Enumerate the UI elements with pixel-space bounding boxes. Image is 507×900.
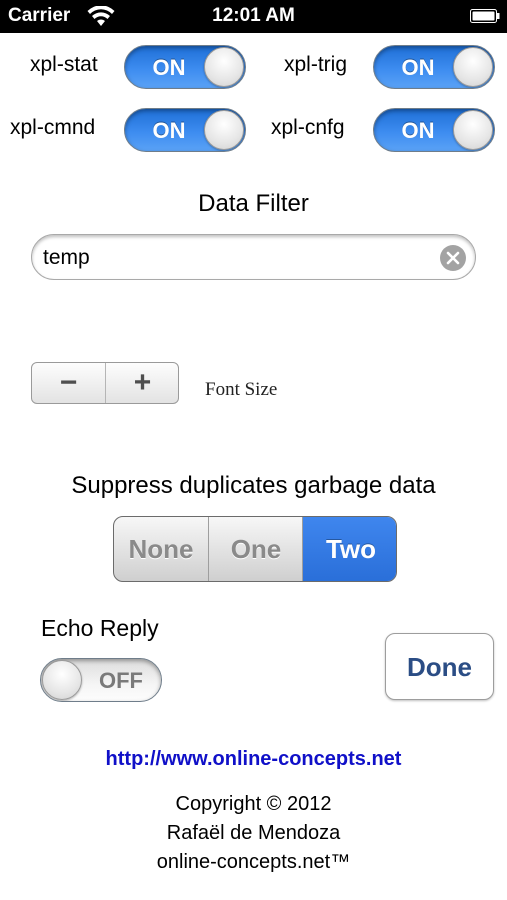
xpl-stat-switch-state: ON bbox=[152, 55, 186, 80]
xpl-stat-label: xpl-stat bbox=[30, 53, 98, 76]
xpl-trig-switch-state: ON bbox=[401, 55, 435, 80]
suppress-duplicates-label: Suppress duplicates garbage data bbox=[71, 472, 436, 499]
clear-icon[interactable] bbox=[439, 244, 467, 272]
author-text: Rafaël de Mendoza bbox=[166, 822, 341, 844]
font-size-label: Font Size bbox=[205, 379, 278, 400]
data-filter-value: temp bbox=[43, 246, 90, 269]
switch-knob bbox=[453, 47, 493, 87]
switch-knob bbox=[453, 110, 493, 150]
decrease-button[interactable]: − bbox=[32, 363, 106, 403]
echo-reply-switch-state: OFF bbox=[99, 668, 143, 693]
status-bar: Carrier 12:01 AM bbox=[0, 0, 507, 33]
xpl-cnfg-switch-state: ON bbox=[401, 118, 435, 143]
suppress-segmented-control[interactable]: None One Two bbox=[113, 516, 397, 582]
site-text: online-concepts.net™ bbox=[156, 851, 351, 873]
xpl-cmnd-label: xpl-cmnd bbox=[10, 116, 96, 139]
segment-one[interactable]: One bbox=[208, 517, 303, 581]
segment-none[interactable]: None bbox=[114, 517, 208, 581]
echo-reply-switch[interactable]: OFF bbox=[40, 658, 162, 702]
xpl-trig-switch[interactable]: ON bbox=[373, 45, 495, 89]
xpl-cmnd-switch[interactable]: ON bbox=[124, 108, 246, 152]
echo-reply-label: Echo Reply bbox=[41, 615, 159, 641]
xpl-trig-label: xpl-trig bbox=[284, 53, 348, 76]
xpl-stat-switch[interactable]: ON bbox=[124, 45, 246, 89]
copyright-text: Copyright © 2012 bbox=[175, 793, 332, 815]
increase-button[interactable]: + bbox=[106, 363, 178, 403]
segment-two[interactable]: Two bbox=[302, 517, 396, 581]
clock: 12:01 AM bbox=[212, 5, 295, 26]
switch-knob bbox=[204, 110, 244, 150]
website-link[interactable]: http://www.online-concepts.net bbox=[0, 748, 507, 771]
done-button[interactable]: Done bbox=[385, 633, 494, 700]
switch-knob bbox=[42, 660, 82, 700]
xpl-cnfg-label: xpl-cnfg bbox=[271, 116, 345, 139]
xpl-cmnd-switch-state: ON bbox=[152, 118, 186, 143]
font-size-stepper[interactable]: − + bbox=[31, 362, 179, 404]
battery-icon bbox=[470, 9, 500, 23]
data-filter-input[interactable]: temp bbox=[31, 234, 476, 280]
switch-knob bbox=[204, 47, 244, 87]
data-filter-title: Data Filter bbox=[198, 190, 309, 217]
xpl-cnfg-switch[interactable]: ON bbox=[373, 108, 495, 152]
